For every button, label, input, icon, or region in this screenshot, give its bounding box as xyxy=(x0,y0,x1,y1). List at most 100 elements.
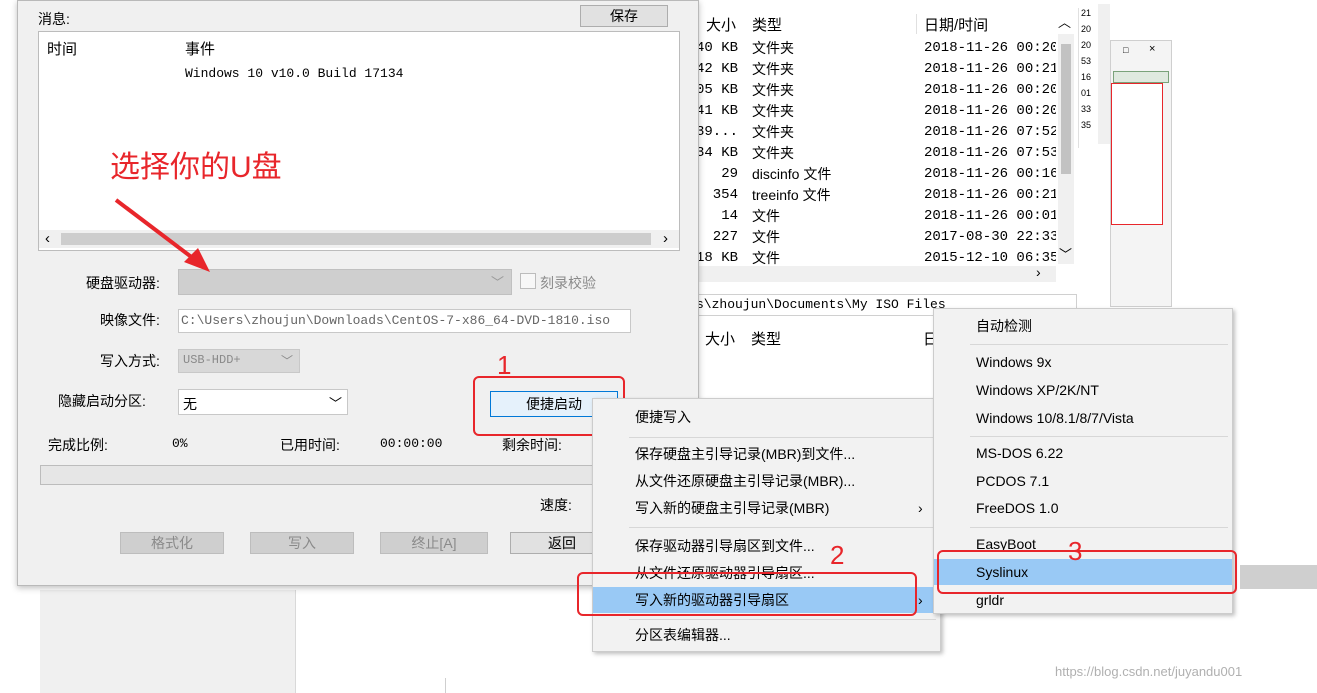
side-number: 33 xyxy=(1081,104,1092,114)
annotation-text: 选择你的U盘 xyxy=(110,151,282,184)
cell-type: treeinfo 文件 xyxy=(752,187,831,203)
thumbnail-bar xyxy=(1113,71,1169,83)
horizontal-scrollbar[interactable]: › xyxy=(696,264,1056,282)
menu-item-label: 从文件还原硬盘主引导记录(MBR)... xyxy=(635,473,856,489)
side-number: 21 xyxy=(1081,8,1092,18)
bottom-column-size[interactable]: 大小 xyxy=(705,328,735,349)
write-button[interactable]: 写入 xyxy=(250,532,354,554)
submenu-winxp[interactable]: Windows XP/2K/NT xyxy=(934,377,1232,403)
cell-date: 2017-08-30 22:33 xyxy=(924,229,1056,245)
drive-select[interactable]: ﹀ xyxy=(178,269,512,295)
menu-item-label: FreeDOS 1.0 xyxy=(976,500,1059,516)
table-row[interactable]: 29 discinfo 文件 2018-11-26 00:16 xyxy=(696,164,1056,185)
message-column-time[interactable]: 时间 xyxy=(47,38,77,59)
file-list-window: 大小 类型 日期/时间 ︿ 40 KB 文件夹 2018-11-26 00:20 42… xyxy=(695,4,1079,284)
cell-size: 227 xyxy=(712,229,738,245)
scrollbar-thumb[interactable] xyxy=(1061,44,1071,174)
cell-type: 文件 xyxy=(752,208,780,224)
image-file-label: 映像文件: xyxy=(100,312,160,328)
table-row[interactable]: 05 KB 文件夹 2018-11-26 00:20 xyxy=(696,80,1056,101)
cell-type: 文件夹 xyxy=(752,103,794,119)
cell-type: 文件 xyxy=(752,250,780,266)
progress-bar xyxy=(40,465,682,485)
column-size[interactable]: 大小 xyxy=(706,14,736,35)
table-row[interactable]: 354 treeinfo 文件 2018-11-26 00:21 xyxy=(696,185,1056,206)
cell-date: 2018-11-26 00:20 xyxy=(924,103,1056,119)
cell-size: 41 KB xyxy=(696,103,739,119)
table-row[interactable]: 40 KB 文件夹 2018-11-26 00:20 xyxy=(696,38,1056,59)
menu-write-mbr[interactable]: 写入新的硬盘主引导记录(MBR) › xyxy=(593,495,940,521)
cell-date: 2018-11-26 00:16 xyxy=(924,166,1056,182)
menu-item-label: MS-DOS 6.22 xyxy=(976,445,1064,461)
menu-item-label: 分区表编辑器... xyxy=(635,627,731,643)
menu-separator xyxy=(629,437,936,438)
message-column-event[interactable]: 事件 xyxy=(185,38,215,59)
image-file-value: C:\Users\zhoujun\Downloads\CentOS-7-x86_… xyxy=(181,313,611,328)
cell-date: 2018-11-26 00:21 xyxy=(924,61,1056,77)
cell-type: 文件夹 xyxy=(752,82,794,98)
menu-partition-editor[interactable]: 分区表编辑器... xyxy=(593,622,940,648)
background-gray-strip xyxy=(1240,565,1317,589)
table-row[interactable]: 34 KB 文件夹 2018-11-26 07:53 xyxy=(696,143,1056,164)
menu-item-label: 保存驱动器引导扇区到文件... xyxy=(635,538,815,554)
annotation-number-3: 3 xyxy=(1068,536,1083,566)
verify-checkbox[interactable] xyxy=(520,273,536,289)
scroll-up-icon[interactable]: ︿ xyxy=(1058,12,1071,31)
menu-save-boot-sector[interactable]: 保存驱动器引导扇区到文件... xyxy=(593,533,940,559)
hide-partition-dropdown-icon: ﹀ xyxy=(329,396,343,411)
cell-type: 文件夹 xyxy=(752,61,794,77)
message-scroll-left-icon[interactable]: ‹ xyxy=(45,230,50,247)
hide-partition-select[interactable]: 无 ﹀ xyxy=(178,389,348,415)
vertical-scrollbar[interactable]: ﹀ xyxy=(1058,34,1074,264)
message-scroll-right-icon[interactable]: › xyxy=(663,230,668,247)
menu-separator xyxy=(970,436,1228,437)
cell-date: 2018-11-26 00:20 xyxy=(924,82,1056,98)
write-mode-select[interactable]: USB-HDD+ ﹀ xyxy=(178,349,300,373)
table-row[interactable]: 41 KB 文件夹 2018-11-26 00:20 xyxy=(696,101,1056,122)
write-mode-label: 写入方式: xyxy=(100,353,160,369)
menu-item-label: 自动检测 xyxy=(976,318,1032,334)
cell-date: 2018-11-26 00:01 xyxy=(924,208,1056,224)
submenu-auto-detect[interactable]: 自动检测 xyxy=(934,313,1232,339)
cell-size: 18 KB xyxy=(696,250,739,266)
table-row[interactable]: 42 KB 文件夹 2018-11-26 00:21 xyxy=(696,59,1056,80)
file-list-bottom: 大小 类型 日 xyxy=(695,320,938,350)
column-date[interactable]: 日期/时间 xyxy=(924,14,988,35)
table-row[interactable]: 14 文件 2018-11-26 00:01 xyxy=(696,206,1056,227)
submenu-arrow-icon: › xyxy=(918,500,923,516)
side-scrollbar[interactable] xyxy=(1098,4,1110,144)
menu-item-label: Windows XP/2K/NT xyxy=(976,382,1099,398)
highlight-syslinux xyxy=(937,550,1237,594)
elapsed-value: 00:00:00 xyxy=(380,436,443,451)
menu-quick-write[interactable]: 便捷写入 xyxy=(593,404,940,430)
bottom-column-type[interactable]: 类型 xyxy=(751,328,781,349)
highlight-write-boot-sector xyxy=(577,572,917,616)
menu-save-mbr[interactable]: 保存硬盘主引导记录(MBR)到文件... xyxy=(593,441,940,467)
table-row[interactable]: 18 KB 文件 2015-12-10 06:35 xyxy=(696,248,1056,268)
table-row[interactable]: 39... 文件夹 2018-11-26 07:52 xyxy=(696,122,1056,143)
side-number: 20 xyxy=(1081,40,1092,50)
menu-item-label: Windows 10/8.1/8/7/Vista xyxy=(976,410,1134,426)
column-type[interactable]: 类型 xyxy=(752,14,782,35)
submenu-msdos[interactable]: MS-DOS 6.22 xyxy=(934,440,1232,466)
save-button[interactable]: 保存 xyxy=(580,5,668,27)
hide-partition-label: 隐藏启动分区: xyxy=(58,393,146,409)
submenu-win10[interactable]: Windows 10/8.1/8/7/Vista xyxy=(934,405,1232,431)
hide-partition-value: 无 xyxy=(183,396,197,412)
menu-item-label: 便捷写入 xyxy=(635,409,691,425)
submenu-freedos[interactable]: FreeDOS 1.0 xyxy=(934,495,1232,521)
stop-button[interactable]: 终止[A] xyxy=(380,532,488,554)
table-row[interactable]: 227 文件 2017-08-30 22:33 xyxy=(696,227,1056,248)
format-button[interactable]: 格式化 xyxy=(120,532,224,554)
scroll-right-icon[interactable]: › xyxy=(1036,264,1041,280)
menu-separator xyxy=(970,527,1228,528)
submenu-win9x[interactable]: Windows 9x xyxy=(934,349,1232,375)
cell-date: 2018-11-26 00:20 xyxy=(924,40,1056,56)
image-file-input[interactable]: C:\Users\zhoujun\Downloads\CentOS-7-x86_… xyxy=(178,309,631,333)
scroll-down-icon[interactable]: ﹀ xyxy=(1059,244,1072,263)
drive-dropdown-icon: ﹀ xyxy=(491,275,505,290)
cell-type: 文件夹 xyxy=(752,40,794,56)
submenu-arrow-icon: › xyxy=(918,592,923,608)
submenu-pcdos[interactable]: PCDOS 7.1 xyxy=(934,468,1232,494)
menu-restore-mbr[interactable]: 从文件还原硬盘主引导记录(MBR)... xyxy=(593,468,940,494)
